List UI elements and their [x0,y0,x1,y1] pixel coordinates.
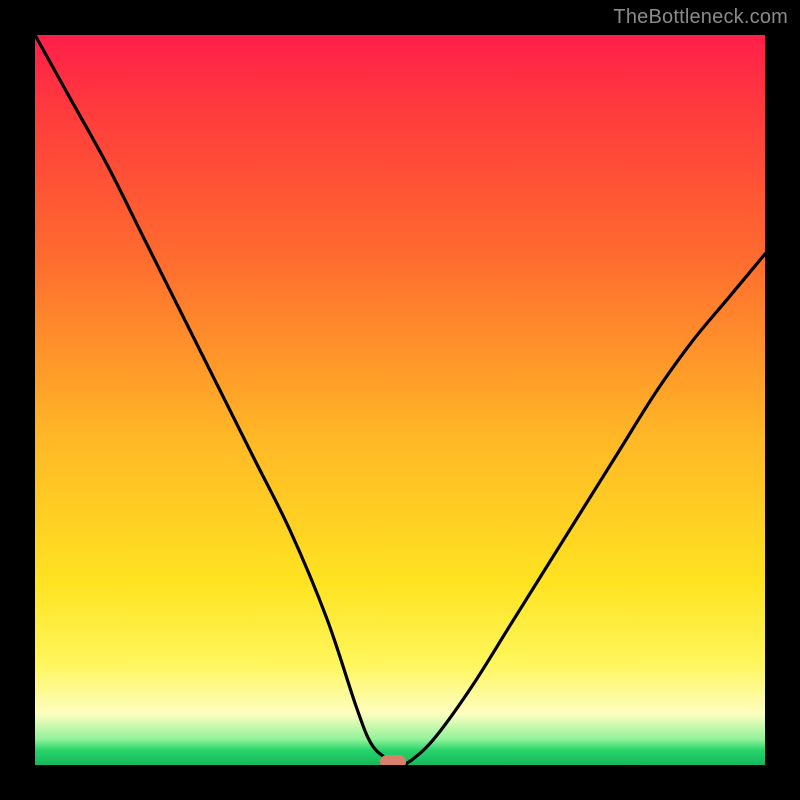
chart-frame: TheBottleneck.com [0,0,800,800]
minimum-marker [380,755,406,765]
bottleneck-curve [35,35,765,765]
plot-area [35,35,765,765]
attribution-text: TheBottleneck.com [613,6,788,29]
